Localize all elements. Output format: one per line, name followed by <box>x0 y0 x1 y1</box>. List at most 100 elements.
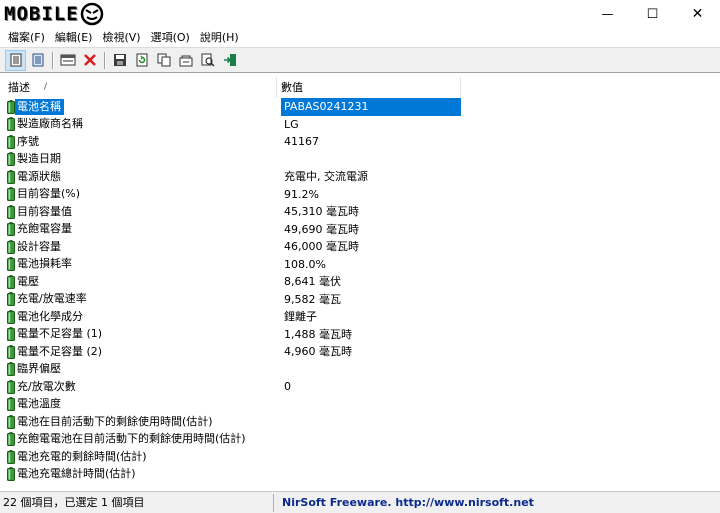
row-value-cell: 46,000 毫瓦時 <box>284 240 359 253</box>
logo-face-icon <box>80 2 103 26</box>
close-button[interactable]: ✕ <box>675 0 720 28</box>
row-description-cell: 電量不足容量 (2) <box>4 343 281 361</box>
table-row[interactable]: 電池化學成分 鋰離子 <box>4 308 464 326</box>
status-bar: 22 個項目，已選定 1 個項目 NirSoft Freeware. http:… <box>0 491 720 513</box>
maximize-icon: ☐ <box>646 6 659 22</box>
row-description-label: 電池充電總計時間(估計) <box>17 467 136 481</box>
table-row[interactable]: 電池溫度 <box>4 396 464 414</box>
text-report-button[interactable] <box>27 50 48 71</box>
copy-icon <box>157 53 170 67</box>
row-value-cell: 充電中, 交流電源 <box>284 170 368 183</box>
battery-icon <box>7 187 15 202</box>
refresh-button[interactable] <box>131 50 152 71</box>
battery-icon <box>7 362 15 377</box>
row-description-label: 製造廠商名稱 <box>17 117 83 131</box>
row-description-label: 電池溫度 <box>17 397 61 411</box>
menu-edit[interactable]: 編輯(E) <box>50 28 98 47</box>
table-row[interactable]: 臨界偏壓 <box>4 361 464 379</box>
battery-icon <box>7 414 15 429</box>
delete-icon <box>83 54 96 66</box>
row-description-cell: 電池名稱 <box>4 98 281 116</box>
menu-bar: 檔案(F) 編輯(E) 檢視(V) 選項(O) 說明(H) <box>0 28 720 47</box>
table-row[interactable]: 電池名稱 PABAS0241231 <box>4 98 464 116</box>
minimize-button[interactable]: — <box>585 0 630 28</box>
battery-icon <box>7 432 15 447</box>
properties-button[interactable] <box>57 50 78 71</box>
table-row[interactable]: 目前容量值 45,310 毫瓦時 <box>4 203 464 221</box>
save-button[interactable] <box>109 50 130 71</box>
row-value-cell <box>281 448 461 466</box>
find-icon <box>201 53 215 67</box>
minimize-icon: — <box>601 7 614 21</box>
row-description-cell: 充電/放電速率 <box>4 291 281 309</box>
column-header-description[interactable]: 描述 / <box>4 77 277 98</box>
table-row[interactable]: 電量不足容量 (2) 4,960 毫瓦時 <box>4 343 464 361</box>
title-bar[interactable]: MOBILE — ☐ ✕ <box>0 0 720 28</box>
table-row[interactable]: 電池充電的剩餘時間(估計) <box>4 448 464 466</box>
row-description-label: 充電/放電速率 <box>17 292 87 306</box>
row-description-label: 電壓 <box>17 274 39 288</box>
battery-icon <box>7 204 15 219</box>
menu-help[interactable]: 說明(H) <box>195 28 244 47</box>
table-row[interactable]: 電源狀態 充電中, 交流電源 <box>4 168 464 186</box>
row-description-cell: 電池化學成分 <box>4 308 281 326</box>
table-row[interactable]: 充電/放電速率 9,582 毫瓦 <box>4 291 464 309</box>
menu-file[interactable]: 檔案(F) <box>3 28 50 47</box>
row-description-cell: 製造日期 <box>4 151 281 169</box>
battery-info-list[interactable]: 描述 / 數值 電池名稱 PABAS0241231 製造廠商名稱 LG 序號 41167 製… <box>0 72 720 491</box>
table-row[interactable]: 電池損耗率 108.0% <box>4 256 464 274</box>
toolbar-separator <box>52 51 53 69</box>
html-report-button[interactable] <box>5 49 26 71</box>
find-button[interactable] <box>197 50 218 71</box>
row-description-label: 電量不足容量 (1) <box>17 327 103 341</box>
row-description-label: 電量不足容量 (2) <box>17 344 103 358</box>
table-row[interactable]: 電池在目前活動下的剩餘使用時間(估計) <box>4 413 464 431</box>
row-description-label: 目前容量(%) <box>17 187 81 201</box>
battery-icon <box>7 99 15 114</box>
copy-button[interactable] <box>153 50 174 71</box>
exit-button[interactable] <box>219 50 240 71</box>
row-description-label: 電源狀態 <box>17 169 61 183</box>
table-row[interactable]: 電量不足容量 (1) 1,488 毫瓦時 <box>4 326 464 344</box>
table-row[interactable]: 充/放電次數 0 <box>4 378 464 396</box>
row-description-label: 電池在目前活動下的剩餘使用時間(估計) <box>17 414 213 428</box>
table-row[interactable]: 序號 41167 <box>4 133 464 151</box>
row-description-cell: 充飽電電池在目前活動下的剩餘使用時間(估計) <box>4 431 281 449</box>
status-item-count: 22 個項目，已選定 1 個項目 <box>0 493 274 512</box>
status-credit-link[interactable]: NirSoft Freeware. http://www.nirsoft.net <box>274 494 534 512</box>
options-button[interactable] <box>175 50 196 71</box>
exit-icon <box>223 54 236 66</box>
delete-button[interactable] <box>79 50 100 71</box>
row-description-cell: 電池溫度 <box>4 396 281 414</box>
table-row[interactable]: 充飽電電池在目前活動下的剩餘使用時間(估計) <box>4 431 464 449</box>
table-row[interactable]: 電壓 8,641 毫伏 <box>4 273 464 291</box>
row-value-cell: 鋰離子 <box>284 310 317 323</box>
row-value-cell <box>281 431 461 449</box>
row-description-label: 充飽電容量 <box>17 222 72 236</box>
row-description-label: 充飽電電池在目前活動下的剩餘使用時間(估計) <box>17 432 246 446</box>
table-row[interactable]: 充飽電容量 49,690 毫瓦時 <box>4 221 464 239</box>
table-row[interactable]: 設計容量 46,000 毫瓦時 <box>4 238 464 256</box>
row-description-label: 臨界偏壓 <box>17 362 61 376</box>
row-value-cell: LG <box>284 117 299 131</box>
menu-view[interactable]: 檢視(V) <box>97 28 145 47</box>
table-row[interactable]: 電池充電總計時間(估計) <box>4 466 464 484</box>
battery-icon <box>7 134 15 149</box>
column-header-description-label: 描述 <box>8 81 30 94</box>
menu-options[interactable]: 選項(O) <box>146 28 195 47</box>
row-description-label: 電池損耗率 <box>17 257 72 271</box>
column-header-value-label: 數值 <box>281 81 303 94</box>
save-icon <box>113 54 126 66</box>
battery-icon <box>7 309 15 324</box>
battery-icon <box>7 327 15 342</box>
row-value-cell: 91.2% <box>284 187 319 201</box>
column-header-value[interactable]: 數值 <box>277 77 461 98</box>
row-description-label: 電池充電的剩餘時間(估計) <box>17 449 147 463</box>
table-row[interactable]: 製造廠商名稱 LG <box>4 116 464 134</box>
row-value-cell <box>281 151 461 169</box>
row-value-cell <box>281 466 461 484</box>
maximize-button[interactable]: ☐ <box>630 0 675 28</box>
table-row[interactable]: 製造日期 <box>4 151 464 169</box>
row-description-label: 電池名稱 <box>15 98 64 115</box>
table-row[interactable]: 目前容量(%) 91.2% <box>4 186 464 204</box>
